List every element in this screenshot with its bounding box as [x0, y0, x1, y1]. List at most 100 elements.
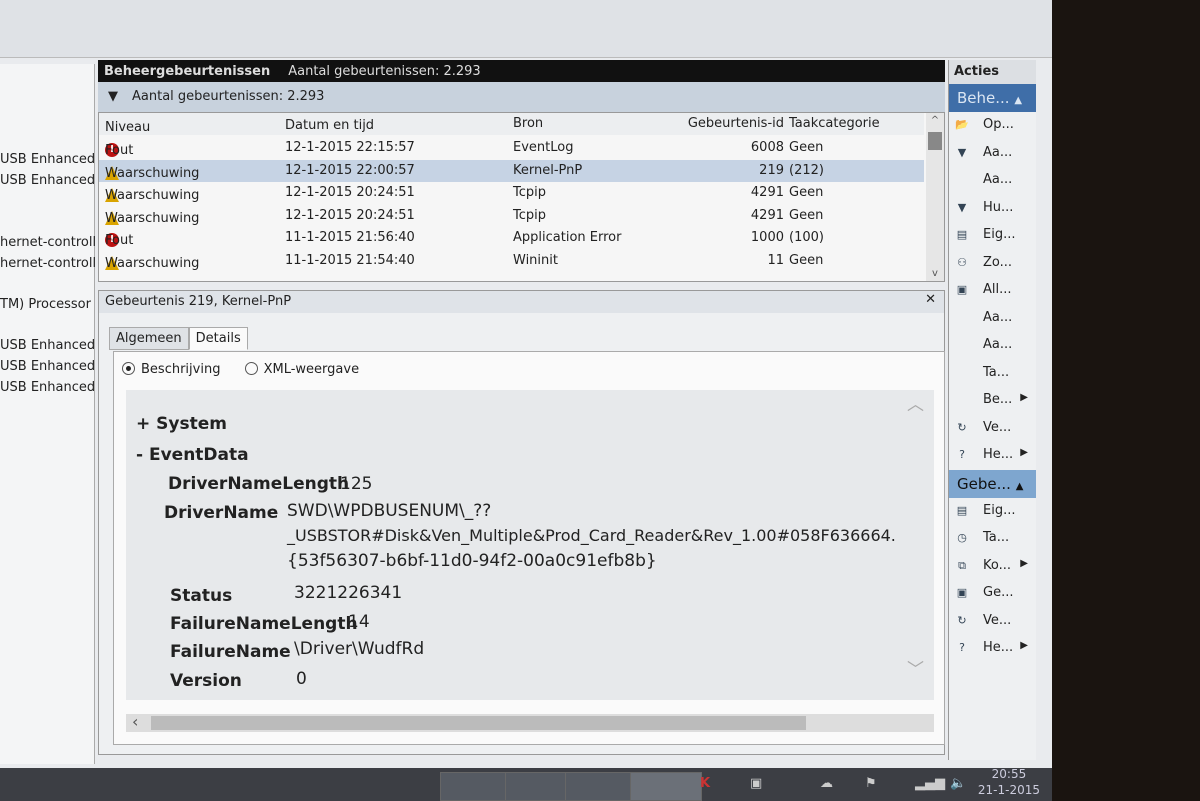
field-key: Version [170, 671, 242, 691]
taskbar-app[interactable] [565, 772, 637, 801]
level-text: Fout [105, 143, 134, 158]
tree-item[interactable]: USB Enhanced [0, 173, 95, 188]
action-item[interactable]: ↻ Ve... [949, 608, 1036, 636]
action-item[interactable]: Aa... [949, 305, 1036, 333]
col-id[interactable]: Gebeurtenis-id [688, 116, 784, 131]
col-datum[interactable]: Datum en tijd [285, 118, 374, 133]
flag-icon[interactable]: ⚑ [865, 776, 877, 791]
radio-beschrijving[interactable] [122, 362, 135, 375]
id-cell: 4291 [750, 185, 784, 200]
tree-item[interactable]: hernet-controll [0, 235, 96, 250]
radio-xml[interactable] [244, 362, 258, 375]
action-item[interactable]: Aa... [949, 332, 1036, 360]
system-node[interactable]: + System [136, 414, 227, 434]
event-row[interactable]: ! Fout 11-1-2015 21:56:40 Application Err… [99, 227, 924, 249]
task-icon: ◷ [957, 531, 967, 544]
event-row[interactable]: Waarschuwing 12-1-2015 22:00:57 Kernel-P… [99, 159, 924, 182]
level-text: Fout [105, 233, 134, 248]
view-mode: Beschrijving XML-weergave [114, 352, 944, 387]
tree-item[interactable]: USB Enhanced [0, 152, 95, 167]
filter-bar: ▼ Aantal gebeurtenissen: 2.293 [98, 82, 945, 112]
id-cell: 1000 [750, 230, 784, 245]
detail-title: Gebeurtenis 219, Kernel-PnP [105, 294, 292, 309]
action-item[interactable]: ▤ Eig... [949, 222, 1036, 250]
properties-icon: ▤ [956, 228, 968, 241]
taskbar-app[interactable] [440, 772, 512, 801]
refresh-icon: ↻ [957, 613, 967, 627]
taskbar-app[interactable] [630, 772, 702, 801]
event-row[interactable]: Waarschuwing 11-1-2015 21:54:40 Wininit … [99, 250, 924, 272]
tray-icon[interactable]: ▣ [750, 776, 762, 791]
source-cell: Tcpip [513, 185, 546, 200]
id-cell: 11 [767, 252, 784, 268]
scroll-up-icon[interactable]: ︿ [907, 390, 924, 415]
action-label: Ve... [983, 612, 1012, 628]
col-bron[interactable]: Bron [513, 116, 543, 131]
event-detail-pane: Gebeurtenis 219, Kernel-PnP ✕ Algemeen Det… [98, 290, 994, 755]
action-item[interactable]: ▣ Ge... [949, 580, 1036, 608]
action-item[interactable]: ▤ Eig... [949, 498, 1036, 526]
events-pane: Beheergebeurtenissen Aantal gebeurtenisse… [98, 60, 994, 755]
tab-details[interactable]: Details [188, 327, 248, 350]
action-item[interactable]: ⧉ Ko... ▶ [949, 553, 1036, 581]
event-data-view: + System - EventData DriverNameLength 12… [126, 390, 934, 700]
action-item[interactable]: ↻ Ve... [949, 415, 1036, 443]
source-cell: Wininit [513, 252, 558, 268]
action-label: Hu... [983, 199, 1014, 215]
action-item[interactable]: ◷ Ta... [949, 525, 1036, 553]
action-item[interactable]: Aa... [949, 167, 1036, 195]
collapse-icon: ▲ [1014, 95, 1023, 106]
date-cell: 12-1-2015 20:24:51 [285, 185, 415, 200]
scroll-down-icon[interactable]: ﹀ [907, 655, 924, 680]
action-label: Aa... [983, 144, 1013, 160]
field-key: DriverNameLength [168, 474, 350, 494]
network-icon[interactable]: ▂▄▆ [915, 776, 945, 791]
event-row[interactable]: Waarschuwing 12-1-2015 20:24:51 Tcpip 42… [99, 182, 924, 204]
action-item[interactable]: Be... ▶ [949, 387, 1036, 415]
action-item[interactable]: ▼ Aa... [949, 140, 1036, 168]
action-item[interactable]: ⚇ Zo... [949, 250, 1036, 278]
device-tree-pane: USB Enhanced USB Enhanced hernet-control… [0, 64, 96, 764]
tree-item[interactable]: USB Enhanced [0, 359, 95, 374]
action-item[interactable]: ? He... ▶ [949, 635, 1036, 663]
tree-item[interactable]: TM) Processor [0, 297, 91, 312]
actions-group-header[interactable]: Behe... ▲ [949, 84, 1036, 112]
action-item[interactable]: Ta... [949, 360, 1036, 388]
tree-item[interactable]: hernet-controll [0, 256, 96, 271]
copy-icon: ⧉ [958, 558, 966, 572]
field-value: \Driver\WudfRd [294, 639, 425, 659]
actions-pane: Acties Behe... ▲ 📂 Op... ▼ Aa... Aa... ▼ Hu... ▤… [948, 60, 1036, 760]
eventdata-node[interactable]: - EventData [136, 445, 249, 465]
clock[interactable]: 20:55 21-1-2015 [978, 766, 1040, 798]
tree-item[interactable]: USB Enhanced [0, 380, 95, 395]
category-cell: Geen [789, 140, 824, 155]
actions-title: Acties [949, 60, 1036, 84]
horizontal-scrollbar[interactable]: ‹› [126, 710, 994, 732]
list-scrollbar[interactable]: ^ v [926, 113, 944, 281]
action-item[interactable]: 📂 Op... [949, 112, 1036, 140]
volume-icon[interactable]: 🔈 [950, 776, 966, 791]
close-icon[interactable]: ✕ [925, 292, 936, 307]
event-row[interactable]: Waarschuwing 12-1-2015 20:24:51 Tcpip 42… [99, 205, 924, 227]
action-item[interactable]: ? He... ▶ [949, 442, 1036, 470]
scroll-left-icon[interactable]: ‹ [132, 712, 138, 731]
tab-algemeen[interactable]: Algemeen [109, 327, 189, 350]
date-cell: 12-1-2015 22:15:57 [285, 140, 415, 155]
field-key: FailureNameLength [170, 614, 358, 634]
group-label: Gebe... [957, 474, 1011, 493]
action-label: Eig... [983, 227, 1016, 242]
save-icon: ▣ [956, 586, 968, 599]
event-row[interactable]: ! Fout 12-1-2015 22:15:57 EventLog 6008 G… [99, 137, 924, 159]
col-category[interactable]: Taakcategorie [789, 116, 880, 131]
action-item[interactable]: ▣ All... [949, 277, 1036, 305]
action-item[interactable]: ▼ Hu... [949, 195, 1036, 223]
action-label: He... [983, 640, 1014, 655]
kaspersky-icon[interactable]: K [700, 776, 710, 791]
actions-group-header[interactable]: Gebe... ▲ [949, 469, 1036, 498]
save-icon: ▣ [956, 283, 968, 296]
action-label: Aa... [983, 337, 1013, 352]
cloud-icon[interactable]: ☁ [820, 776, 833, 791]
tree-item[interactable]: USB Enhanced [0, 338, 95, 353]
filter-count: Aantal gebeurtenissen: 2.293 [132, 89, 325, 104]
col-niveau[interactable]: Niveau [105, 120, 150, 135]
